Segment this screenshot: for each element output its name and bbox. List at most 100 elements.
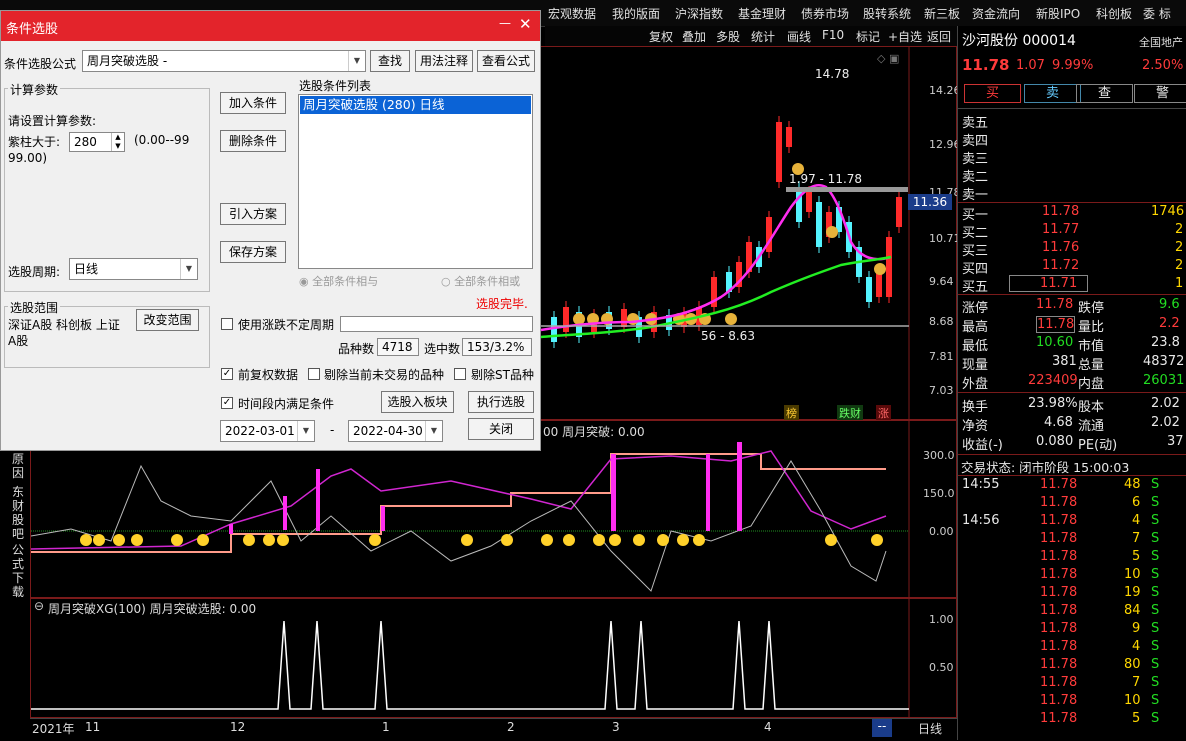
minimize-icon[interactable]: — bbox=[499, 16, 511, 30]
stat-label: 市值 bbox=[1078, 339, 1105, 354]
stat-value: 4.68 bbox=[1044, 415, 1073, 430]
period-condition-checkbox[interactable]: ✓ bbox=[221, 397, 233, 409]
menu-item-star[interactable]: 科创板 bbox=[1096, 5, 1132, 22]
buy-level-label: 买三 bbox=[962, 244, 989, 259]
menu-item-macro[interactable]: 宏观数据 bbox=[548, 5, 596, 22]
stock-pct2: 2.50% bbox=[1142, 58, 1184, 73]
side-label-reason[interactable]: 原因 bbox=[12, 452, 28, 480]
tick-price: 11.78 bbox=[1040, 693, 1078, 708]
menu-item-bond[interactable]: 债券市场 bbox=[801, 5, 849, 22]
toolbar-overlay[interactable]: 叠加 bbox=[682, 28, 706, 45]
stat-value: 2.2 bbox=[1159, 316, 1180, 331]
dialog-titlebar[interactable]: 条件选股 — ✕ bbox=[1, 11, 540, 41]
toolbar-mark[interactable]: 标记 bbox=[856, 28, 880, 45]
period-select[interactable]: 日线 ▼ bbox=[69, 258, 198, 280]
menu-item-my-layout[interactable]: 我的版面 bbox=[612, 5, 660, 22]
indicator-panel-2[interactable]: ⊖ 周月突破XG(100) 周月突破选股: 0.00 1.00 0.50 bbox=[30, 598, 957, 718]
stock-price: 11.78 bbox=[962, 56, 1010, 74]
tick-volume: 19 bbox=[1124, 585, 1141, 600]
fall-badge[interactable]: 跌财 bbox=[837, 405, 863, 421]
radio-or[interactable]: ○ 全部条件相或 bbox=[441, 273, 520, 289]
close-button[interactable]: 关闭 bbox=[468, 418, 534, 440]
sell-button[interactable]: 卖 bbox=[1024, 84, 1081, 103]
import-scheme-button[interactable]: 引入方案 bbox=[220, 203, 286, 225]
toolbar-draw[interactable]: 画线 bbox=[787, 28, 811, 45]
smiley-icon bbox=[825, 534, 837, 546]
adjust-checkbox[interactable]: ✓ bbox=[221, 368, 233, 380]
add-condition-button[interactable]: 加入条件 bbox=[220, 92, 286, 114]
side-label-formula[interactable]: 公式下载 bbox=[12, 543, 28, 599]
rank-badge[interactable]: 榜 bbox=[784, 405, 799, 421]
menu-item-neeq[interactable]: 新三板 bbox=[924, 5, 960, 22]
stat-value: 26031 bbox=[1143, 373, 1185, 388]
calc-prompt: 请设置计算参数: bbox=[8, 114, 97, 128]
buy-button[interactable]: 买 bbox=[964, 84, 1021, 103]
formula-select[interactable]: 周月突破选股 - ▼ bbox=[82, 50, 366, 72]
toolbar-f10[interactable]: F10 bbox=[822, 28, 844, 42]
find-button[interactable]: 查找 bbox=[370, 50, 410, 72]
calc-param-group-title: 计算参数 bbox=[8, 81, 61, 98]
toolbar-multi[interactable]: 多股 bbox=[716, 28, 740, 45]
menu-item-ipo[interactable]: 新股IPO bbox=[1036, 5, 1080, 22]
date-from-select[interactable]: 2022-03-01 ▼ bbox=[220, 420, 315, 442]
stat-value: 37 bbox=[1167, 434, 1184, 449]
toolbar-stats[interactable]: 统计 bbox=[751, 28, 775, 45]
ind2-signal-line bbox=[31, 620, 909, 710]
date-to-select[interactable]: 2022-04-30 ▼ bbox=[348, 420, 443, 442]
spinner-icon[interactable]: ▲ ▼ bbox=[111, 133, 124, 151]
buy-level-label: 买一 bbox=[962, 208, 989, 223]
toolbar-back[interactable]: 返回 bbox=[927, 28, 951, 45]
toolbar-adjust[interactable]: 复权 bbox=[649, 28, 673, 45]
menu-item-capital-flow[interactable]: 资金流向 bbox=[972, 5, 1020, 22]
stat-label: 最高 bbox=[962, 320, 989, 335]
menu-item-more[interactable]: 委 标 bbox=[1143, 5, 1171, 22]
condition-list[interactable]: 周月突破选股 (280) 日线 bbox=[298, 94, 533, 269]
exclude-st-checkbox[interactable] bbox=[454, 368, 466, 380]
stat-label: PE(动) bbox=[1078, 438, 1118, 453]
stat-value: 11.78 bbox=[1036, 316, 1076, 333]
tick-side: S bbox=[1151, 477, 1160, 492]
smiley-icon bbox=[113, 534, 125, 546]
period-condition-label: 时间段内满足条件 bbox=[238, 397, 335, 411]
period-label[interactable]: 日线 bbox=[918, 720, 942, 737]
exclude-untraded-label: 剔除当前未交易的品种 bbox=[324, 368, 445, 382]
menu-item-index[interactable]: 沪深指数 bbox=[675, 5, 723, 22]
period-range-input[interactable] bbox=[340, 316, 533, 332]
date-separator: - bbox=[330, 423, 335, 437]
scope-text-1: 深证A股 科创板 上证 bbox=[8, 318, 120, 332]
condition-list-item[interactable]: 周月突破选股 (280) 日线 bbox=[300, 96, 531, 114]
ind1-axis-label: 0.00 bbox=[929, 525, 954, 538]
exclude-untraded-checkbox[interactable] bbox=[308, 368, 320, 380]
alert-button[interactable]: 警 bbox=[1134, 84, 1186, 103]
use-limit-checkbox[interactable] bbox=[221, 318, 233, 330]
rise-badge[interactable]: 涨 bbox=[876, 405, 891, 421]
menu-item-fund[interactable]: 基金理财 bbox=[738, 5, 786, 22]
sell-level-label: 卖五 bbox=[962, 116, 989, 131]
smiley-icon bbox=[541, 534, 553, 546]
view-formula-button[interactable]: 查看公式 bbox=[477, 50, 535, 72]
close-icon[interactable]: ✕ bbox=[519, 15, 532, 33]
tick-volume: 48 bbox=[1124, 477, 1141, 492]
query-button[interactable]: 查 bbox=[1076, 84, 1133, 103]
tick-side: S bbox=[1151, 549, 1160, 564]
param-input[interactable]: 280 ▲ ▼ bbox=[69, 132, 125, 152]
change-scope-button[interactable]: 改变范围 bbox=[136, 309, 199, 331]
radio-and[interactable]: ◉ 全部条件相与 bbox=[299, 273, 378, 289]
stat-value: 381 bbox=[1052, 354, 1077, 369]
ind1-salmon-line bbox=[31, 453, 886, 553]
buy-level-price: 11.72 bbox=[1042, 258, 1080, 273]
tick-side: S bbox=[1151, 603, 1160, 618]
formula-select-value: 周月突破选股 - bbox=[87, 54, 168, 68]
diamond-icon[interactable]: ◇ ▣ bbox=[877, 52, 899, 65]
menu-item-otc[interactable]: 股转系统 bbox=[863, 5, 911, 22]
toolbar-add-fav[interactable]: +自选 bbox=[888, 28, 922, 45]
add-to-block-button[interactable]: 选股入板块 bbox=[381, 391, 454, 413]
smiley-icon bbox=[243, 534, 255, 546]
count-label: 品种数 bbox=[338, 342, 375, 356]
side-label-forum[interactable]: 东财股吧 bbox=[12, 485, 28, 541]
save-scheme-button[interactable]: 保存方案 bbox=[220, 241, 286, 263]
delete-condition-button[interactable]: 删除条件 bbox=[220, 130, 286, 152]
sell-level-label: 卖三 bbox=[962, 152, 989, 167]
usage-note-button[interactable]: 用法注释 bbox=[415, 50, 473, 72]
run-select-button[interactable]: 执行选股 bbox=[468, 391, 534, 413]
